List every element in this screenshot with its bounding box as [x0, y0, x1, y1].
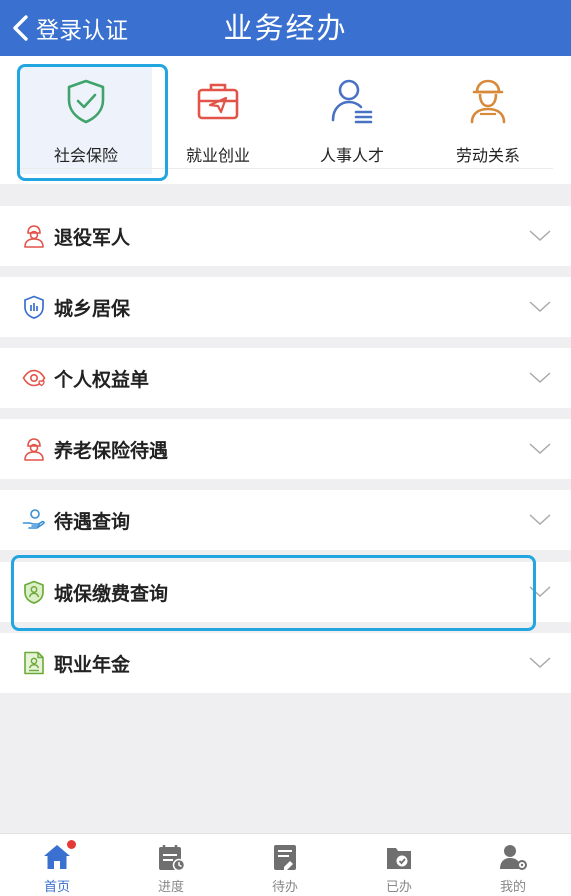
menu-item-occupational-annuity[interactable]: 职业年金	[0, 633, 571, 693]
tab-label: 已办	[385, 880, 412, 895]
menu-item-urban-rural-insurance[interactable]: 城乡居保	[0, 277, 571, 337]
shield-person-icon	[24, 580, 44, 604]
menu-item-label: 待遇查询	[54, 510, 131, 533]
tab-mine[interactable]: 我的	[456, 834, 570, 896]
tab-label: 待办	[271, 880, 298, 895]
chevron-down-icon	[529, 514, 551, 526]
category-personnel[interactable]: 人事人才	[286, 66, 418, 174]
done-folder-icon	[387, 848, 411, 869]
category-label: 社会保险	[53, 146, 118, 165]
calendar-list-icon	[159, 845, 186, 872]
category-label: 劳动关系	[455, 146, 520, 165]
chevron-down-icon	[529, 586, 551, 598]
category-social-insurance[interactable]: 社会保险	[20, 66, 152, 174]
menu-item-label: 养老保险待遇	[54, 439, 169, 462]
menu-item-label: 城保缴费查询	[54, 582, 169, 605]
tab-done[interactable]: 已办	[342, 834, 456, 896]
todo-doc-icon	[274, 845, 296, 870]
tab-label: 进度	[157, 880, 184, 895]
category-label: 就业创业	[185, 146, 250, 165]
chevron-down-icon	[529, 230, 551, 242]
menu-item-urban-insurance-payment-inquiry[interactable]: 城保缴费查询	[0, 562, 571, 622]
hand-coin-icon	[22, 509, 45, 529]
category-panel: 社会保险 就业创业 人事人才 劳动关系	[0, 56, 571, 184]
chevron-down-icon	[529, 372, 551, 384]
worker-icon	[470, 79, 506, 124]
menu-item-label: 退役军人	[54, 226, 131, 249]
divider	[18, 168, 553, 169]
menu-item-benefit-inquiry[interactable]: 待遇查询	[0, 490, 571, 550]
chevron-down-icon	[529, 301, 551, 313]
page-title: 业务经办	[223, 11, 348, 45]
soldier-icon	[24, 438, 44, 461]
chevron-down-icon	[529, 657, 551, 669]
category-labor-relations[interactable]: 劳动关系	[422, 66, 554, 174]
menu-item-personal-rights[interactable]: 个人权益单	[0, 348, 571, 408]
user-icon	[500, 845, 527, 870]
menu-item-label: 城乡居保	[54, 297, 131, 320]
menu-item-label: 职业年金	[54, 653, 131, 676]
category-employment[interactable]: 就业创业	[152, 66, 284, 174]
tab-home[interactable]: 首页	[0, 834, 114, 896]
menu-item-label: 个人权益单	[54, 368, 150, 391]
tab-label: 首页	[43, 880, 70, 895]
soldier-icon	[24, 225, 44, 248]
tab-todo[interactable]: 待办	[228, 834, 342, 896]
menu-item-veterans[interactable]: 退役军人	[0, 206, 571, 266]
header-bar: 登录认证 业务经办	[0, 0, 571, 56]
chevron-down-icon	[529, 443, 551, 455]
person-list-icon	[331, 79, 373, 124]
tab-progress[interactable]: 进度	[114, 834, 228, 896]
eye-heart-icon	[22, 369, 46, 387]
document-person-icon	[24, 651, 44, 675]
notification-dot	[67, 840, 76, 849]
briefcase-icon	[197, 83, 239, 120]
category-label: 人事人才	[319, 146, 384, 165]
home-icon	[42, 840, 76, 872]
bottom-tab-bar: 首页 进度 待办 已办 我的	[0, 833, 571, 896]
tab-label: 我的	[499, 880, 526, 895]
shield-check-icon	[67, 79, 105, 124]
shield-chart-icon	[24, 295, 44, 319]
menu-item-pension-benefits[interactable]: 养老保险待遇	[0, 419, 571, 479]
